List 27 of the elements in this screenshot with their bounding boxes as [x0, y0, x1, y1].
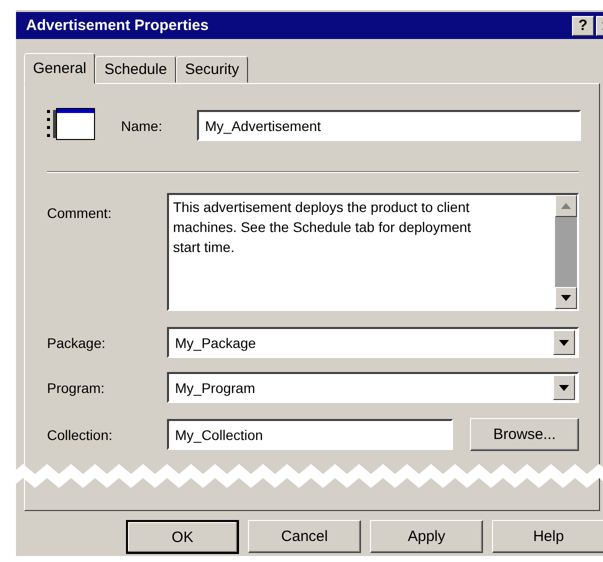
- name-field[interactable]: My_Advertisement: [197, 110, 581, 141]
- package-dropdown[interactable]: My_Package: [167, 327, 579, 358]
- dialog-button[interactable]: OK: [126, 520, 239, 554]
- collection-field[interactable]: My_Collection: [167, 419, 453, 450]
- window-icon: [47, 108, 97, 140]
- program-dropdown[interactable]: My_Program: [167, 372, 579, 403]
- tab[interactable]: General: [24, 53, 96, 84]
- down-arrow-icon: [559, 384, 569, 390]
- comment-text: This advertisement deploys the product to client machines. See the Schedule tab for deployment start time.: [173, 198, 472, 257]
- program-label: Program:: [47, 380, 106, 396]
- dialog-button[interactable]: Apply: [370, 520, 483, 553]
- help-button[interactable]: ?: [572, 16, 594, 36]
- collection-label: Collection:: [47, 426, 114, 442]
- window-title: Advertisement Properties: [26, 17, 210, 34]
- browse-button[interactable]: Browse...: [470, 418, 579, 451]
- down-arrow-icon: [559, 340, 569, 346]
- tab[interactable]: Schedule: [95, 56, 176, 83]
- comment-label: Comment:: [47, 205, 113, 221]
- up-arrow-icon: [561, 203, 571, 209]
- name-label: Name:: [121, 118, 164, 134]
- dialog-button[interactable]: Help: [492, 520, 603, 553]
- tab[interactable]: Security: [176, 56, 248, 83]
- package-label: Package:: [47, 334, 106, 350]
- comment-field[interactable]: This advertisement deploys the product to client machines. See the Schedule tab for deployment start time.: [167, 193, 579, 311]
- down-arrow-icon: [561, 295, 571, 301]
- dialog-button[interactable]: Cancel: [248, 520, 361, 553]
- scrollbar[interactable]: [555, 195, 577, 309]
